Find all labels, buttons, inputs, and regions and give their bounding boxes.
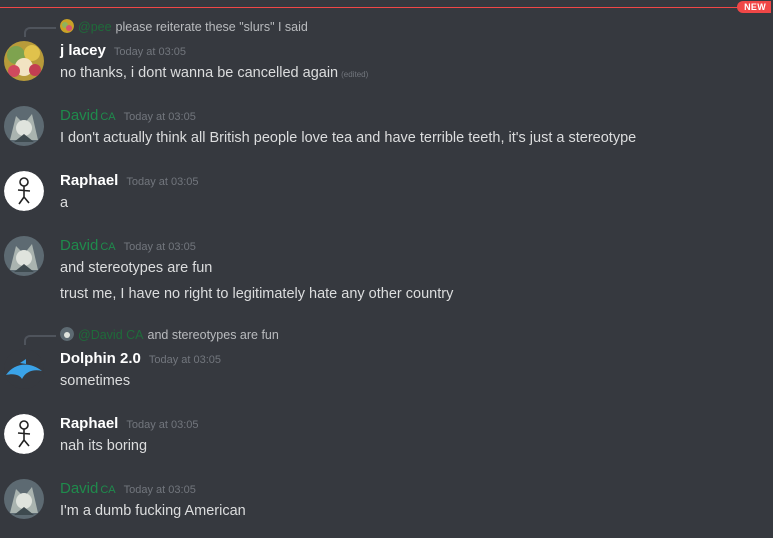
message-text: nah its boring xyxy=(60,438,148,454)
reply-text: please reiterate these "slurs" I said xyxy=(115,20,308,34)
avatar[interactable] xyxy=(4,106,44,146)
new-messages-badge: NEW xyxy=(737,1,771,13)
reply-avatar xyxy=(60,19,74,33)
avatar[interactable] xyxy=(4,479,44,519)
message-header: Raphael Today at 03:05 xyxy=(60,415,199,434)
role-tag: CA xyxy=(100,241,116,253)
reply-preview[interactable]: @pee please reiterate these "slurs" I sai… xyxy=(60,19,308,35)
avatar[interactable] xyxy=(4,41,44,81)
reply-text: and stereotypes are fun xyxy=(147,328,279,342)
avatar[interactable] xyxy=(4,349,44,389)
username[interactable]: Raphael xyxy=(60,415,118,432)
reply-mention[interactable]: @David CA xyxy=(78,328,144,342)
chat-messages: NEW @pee please reiterate these "slurs" I… xyxy=(0,0,773,538)
username[interactable]: David xyxy=(60,237,98,254)
message-line: no thanks, i dont wanna be cancelled aga… xyxy=(60,65,339,81)
timestamp[interactable]: Today at 03:05 xyxy=(124,241,196,253)
reply-connector xyxy=(24,335,56,345)
message-text: a xyxy=(60,195,69,211)
role-tag: CA xyxy=(100,111,116,123)
username[interactable]: Dolphin 2.0 xyxy=(60,350,141,367)
message-header: David CA Today at 03:05 xyxy=(60,480,196,499)
timestamp[interactable]: Today at 03:05 xyxy=(114,46,186,58)
message-text: I don't actually think all British peopl… xyxy=(60,130,637,146)
message-text: sometimes xyxy=(60,373,131,389)
message-header: David CA Today at 03:05 xyxy=(60,107,196,126)
reply-preview[interactable]: @David CA and stereotypes are fun xyxy=(60,327,279,343)
message-text: no thanks, i dont wanna be cancelled aga… xyxy=(60,64,368,84)
avatar[interactable] xyxy=(4,414,44,454)
role-tag: CA xyxy=(100,484,116,496)
message-header: Dolphin 2.0 Today at 03:05 xyxy=(60,350,221,369)
message-header: j lacey Today at 03:05 xyxy=(60,42,186,61)
avatar[interactable] xyxy=(4,171,44,211)
timestamp[interactable]: Today at 03:05 xyxy=(149,354,221,366)
message-header: David CA Today at 03:05 xyxy=(60,237,196,256)
timestamp[interactable]: Today at 03:05 xyxy=(124,484,196,496)
message-text: trust me, I have no right to legitimatel… xyxy=(60,286,454,302)
reply-mention[interactable]: @pee xyxy=(78,20,112,34)
timestamp[interactable]: Today at 03:05 xyxy=(126,176,198,188)
message-header: Raphael Today at 03:05 xyxy=(60,172,199,191)
reply-avatar xyxy=(60,327,74,341)
new-messages-divider xyxy=(0,7,760,8)
reply-connector xyxy=(24,27,56,37)
message-text: I'm a dumb fucking American xyxy=(60,503,246,519)
avatar[interactable] xyxy=(4,236,44,276)
timestamp[interactable]: Today at 03:05 xyxy=(126,419,198,431)
username[interactable]: Raphael xyxy=(60,172,118,189)
timestamp[interactable]: Today at 03:05 xyxy=(124,111,196,123)
username[interactable]: j lacey xyxy=(60,42,106,59)
message-text: and stereotypes are fun xyxy=(60,260,213,276)
username[interactable]: David xyxy=(60,480,98,497)
username[interactable]: David xyxy=(60,107,98,124)
edited-marker: (edited) xyxy=(341,70,369,79)
